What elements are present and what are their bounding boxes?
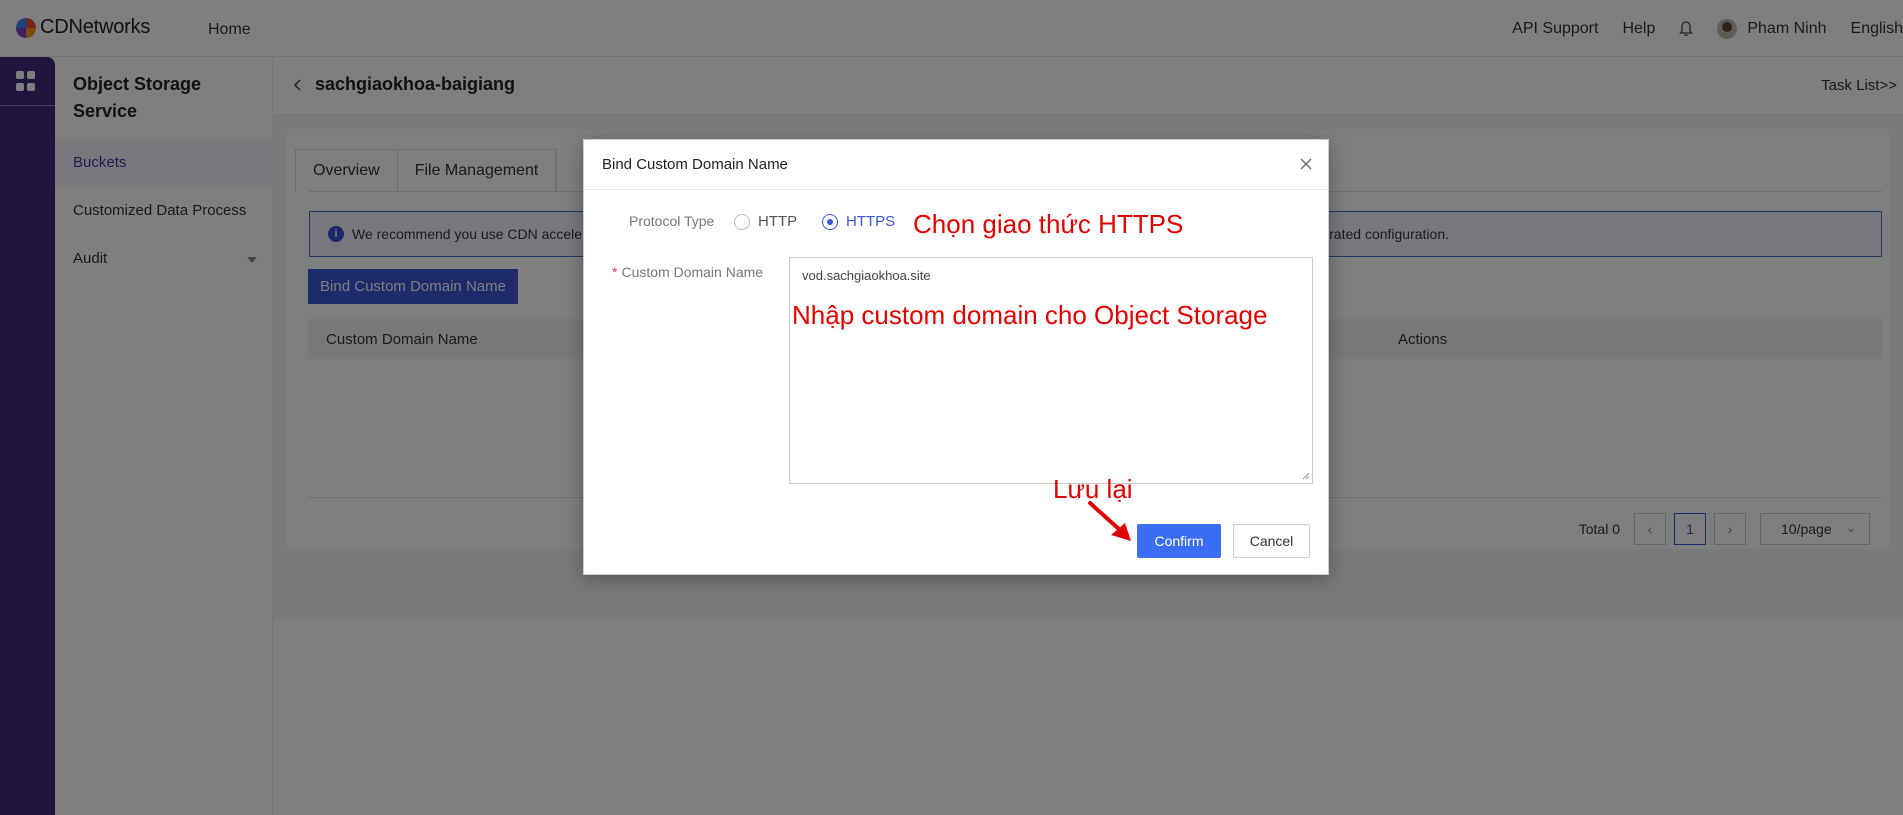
radio-label: HTTP	[758, 213, 798, 230]
required-mark: *	[612, 264, 618, 280]
dialog-header: Bind Custom Domain Name	[584, 140, 1328, 190]
radio-circle-checked	[822, 213, 838, 230]
confirm-button[interactable]: Confirm	[1137, 524, 1221, 558]
cancel-button[interactable]: Cancel	[1233, 524, 1310, 558]
radio-circle	[734, 213, 750, 230]
radio-label: HTTPS	[846, 213, 896, 230]
custom-domain-label-text: Custom Domain Name	[621, 264, 764, 280]
bind-domain-dialog: Bind Custom Domain Name Protocol Type HT…	[583, 139, 1329, 575]
dialog-title: Bind Custom Domain Name	[602, 156, 788, 173]
close-icon[interactable]	[1298, 156, 1314, 172]
resize-grip-icon[interactable]	[1300, 470, 1310, 480]
protocol-http-radio[interactable]: HTTP	[734, 213, 797, 230]
annotation-choose-https: Chọn giao thức HTTPS	[913, 209, 1184, 239]
annotation-enter-domain: Nhập custom domain cho Object Storage	[792, 300, 1268, 330]
arrow-pointer-icon	[1088, 501, 1131, 541]
custom-domain-textarea[interactable]: vod.sachgiaokhoa.site	[789, 257, 1313, 484]
protocol-https-radio[interactable]: HTTPS	[822, 213, 895, 230]
protocol-type-label: Protocol Type	[629, 213, 715, 229]
custom-domain-label: * Custom Domain Name	[612, 264, 763, 280]
